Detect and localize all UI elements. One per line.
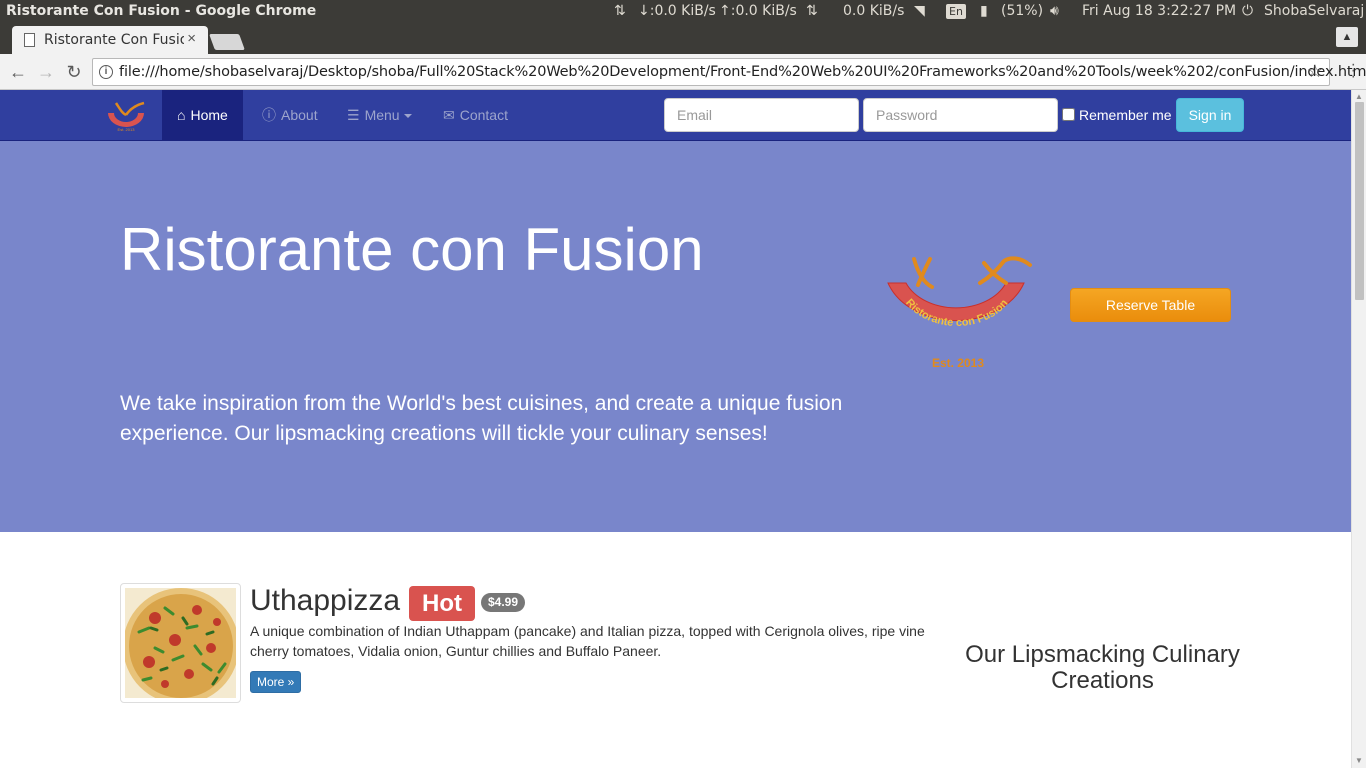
side-heading: Our Lipsmacking Culinary Creations [965, 641, 1240, 694]
password-input[interactable] [863, 98, 1058, 132]
window-title: Ristorante Con Fusion - Google Chrome [6, 3, 317, 19]
logo-est: Est. 2013 [932, 356, 984, 370]
reserve-table-button[interactable]: Reserve Table [1070, 288, 1231, 322]
restaurant-logo: Ristorante con Fusion Est. 2013 [887, 256, 1032, 370]
list-icon: ☰ [347, 107, 360, 123]
dish-name: Uthappizza [250, 584, 401, 617]
page-viewport: Est. 2013 ⌂Home ⓘ About ☰Menu ✉Contact Re… [0, 90, 1351, 768]
info-icon: ⓘ [262, 107, 276, 123]
jumbotron: Ristorante con Fusion We take inspiratio… [0, 141, 1351, 532]
browser-tab-strip: Ristorante Con Fusion × ▲ [0, 24, 1366, 54]
jumbotron-text: We take inspiration from the World's bes… [120, 392, 843, 445]
remember-me[interactable]: Remember me [1062, 107, 1172, 123]
user-name[interactable]: ShobaSelvaraj [1264, 3, 1364, 19]
net-up-rate: ↑:0.0 KiB/s [719, 3, 797, 19]
nav-menu-label: Menu [364, 107, 400, 123]
back-button[interactable]: ← [6, 60, 30, 84]
site-navbar: Est. 2013 ⌂Home ⓘ About ☰Menu ✉Contact Re… [0, 90, 1351, 141]
svg-text:Est. 2013: Est. 2013 [118, 127, 136, 132]
scroll-down-icon[interactable]: ▼ [1355, 756, 1363, 765]
page-scrollbar[interactable]: ▲ ▼ [1351, 90, 1366, 768]
session-icon[interactable]: ⏻ [1242, 3, 1253, 19]
jumbotron-title: Ristorante con Fusion [120, 216, 704, 283]
browser-toolbar: ← → ↻ i file:///home/shobaselvaraj/Deskt… [0, 54, 1366, 90]
network-activity-icon: ⇅ [614, 3, 626, 19]
nav-home-label: Home [190, 107, 228, 123]
remember-me-checkbox[interactable] [1062, 108, 1075, 121]
scroll-up-icon[interactable]: ▲ [1355, 92, 1363, 101]
remember-me-label: Remember me [1079, 107, 1172, 123]
network-transfer-icon[interactable]: ⇅ [806, 3, 818, 19]
url-text[interactable]: file:///home/shobaselvaraj/Desktop/shoba… [119, 64, 1366, 80]
browser-menu-icon[interactable]: · · · [1351, 57, 1356, 85]
bookmark-star-icon[interactable]: ☆ [1307, 61, 1323, 82]
sign-in-button[interactable]: Sign in [1176, 98, 1244, 132]
brand-logo[interactable]: Est. 2013 [104, 99, 148, 133]
forward-button[interactable]: → [34, 60, 58, 84]
close-tab-icon[interactable]: × [187, 30, 196, 47]
nav-contact[interactable]: ✉ Contact [428, 90, 523, 140]
nav-home[interactable]: ⌂ Home [162, 90, 243, 140]
clock[interactable]: Fri Aug 18 3:22:27 PM [1082, 3, 1236, 19]
envelope-icon: ✉ [443, 107, 455, 123]
pizza-image [123, 588, 239, 704]
dish-description: A unique combination of Indian Uthappam … [250, 623, 925, 659]
more-button[interactable]: More » [250, 671, 302, 693]
net-total-rate: 0.0 KiB/s [843, 3, 905, 19]
battery-percent: (51%) [1001, 3, 1044, 19]
nav-about-label: About [281, 107, 318, 123]
scrollbar-thumb[interactable] [1355, 102, 1364, 300]
keyboard-language-indicator[interactable]: En [946, 4, 966, 19]
caret-down-icon [403, 114, 412, 119]
nav-about[interactable]: ⓘ About [247, 90, 333, 140]
nav-menu-dropdown[interactable]: ☰ Menu [332, 90, 427, 140]
nav-contact-label: Contact [459, 107, 508, 123]
email-input[interactable] [664, 98, 859, 132]
reload-button[interactable]: ↻ [62, 60, 86, 84]
browser-tab[interactable]: Ristorante Con Fusion × [12, 26, 208, 54]
home-icon: ⌂ [177, 107, 186, 123]
battery-icon[interactable]: ▮ [980, 3, 988, 19]
volume-icon[interactable]: 🔊︎ [1050, 3, 1059, 19]
net-down-rate: ↓:0.0 KiB/s [638, 3, 716, 19]
profile-icon[interactable]: ▲ [1336, 27, 1358, 47]
os-top-bar: Ristorante Con Fusion - Google Chrome ⇅ … [0, 0, 1366, 24]
dish-image [120, 583, 241, 704]
price-badge: $4.99 [481, 593, 526, 612]
page-icon [24, 33, 35, 47]
wifi-icon[interactable]: ◥ [914, 3, 925, 19]
hot-label: Hot [409, 586, 475, 621]
address-bar[interactable]: i file:///home/shobaselvaraj/Desktop/sho… [92, 58, 1366, 86]
new-tab-button[interactable] [209, 34, 245, 50]
tab-title: Ristorante Con Fusion [44, 32, 184, 48]
site-info-icon[interactable]: i [99, 65, 113, 79]
